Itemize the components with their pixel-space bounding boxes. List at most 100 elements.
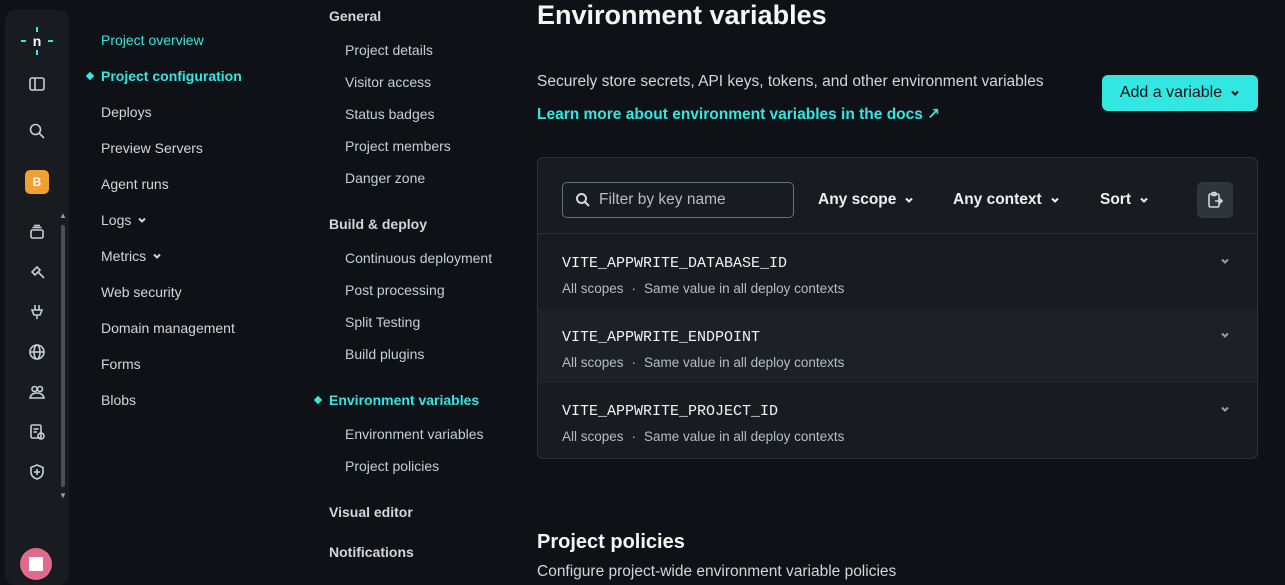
sidebar-item-label: Agent runs	[101, 176, 169, 192]
nav-heading-notifications[interactable]: Notifications	[329, 544, 414, 560]
users-icon[interactable]	[5, 380, 69, 404]
active-marker	[313, 395, 323, 405]
config-nav-item-post-processing[interactable]: Post processing	[345, 282, 445, 298]
sidebar-item-label: Domain management	[101, 320, 235, 336]
sidebar-item-label: Project overview	[101, 32, 204, 48]
variable-row[interactable]: VITE_APPWRITE_DATABASE_ID All scopes · Same…	[538, 235, 1257, 309]
clipboard-icon	[1208, 191, 1224, 208]
variable-scopes: All scopes	[562, 429, 624, 444]
shield-icon[interactable]	[5, 460, 69, 484]
variable-scopes: All scopes	[562, 281, 624, 296]
nav-heading-build-deploy[interactable]: Build & deploy	[329, 216, 427, 232]
sidebar-toggle-icon[interactable]	[5, 72, 69, 96]
config-nav-item-project-details[interactable]: Project details	[345, 42, 433, 58]
variable-key: VITE_APPWRITE_DATABASE_ID	[562, 255, 788, 272]
sidebar-item-metrics[interactable]: Metrics	[101, 248, 162, 264]
add-variable-label: Add a variable	[1119, 84, 1223, 101]
sidebar-item-forms[interactable]: Forms	[101, 356, 141, 372]
expand-row-button[interactable]	[1220, 253, 1230, 271]
expand-row-button[interactable]	[1220, 401, 1230, 419]
filter-search[interactable]	[562, 182, 794, 218]
page-description: Securely store secrets, API keys, tokens…	[537, 73, 1044, 90]
config-nav-item-environment-variables[interactable]: Environment variables	[345, 426, 484, 442]
layers-icon[interactable]	[5, 220, 69, 244]
sidebar-item-label: Web security	[101, 284, 182, 300]
team-badge[interactable]: B	[25, 170, 49, 194]
sidebar-item-label: Deploys	[101, 104, 152, 120]
app-rail: n B ▲ ▼	[5, 10, 69, 585]
nav-heading-general[interactable]: General	[329, 8, 381, 24]
variable-contexts: Same value in all deploy contexts	[644, 429, 845, 444]
export-button[interactable]	[1197, 182, 1233, 218]
variable-key: VITE_APPWRITE_PROJECT_ID	[562, 403, 779, 420]
config-nav-item-danger-zone[interactable]: Danger zone	[345, 170, 425, 186]
sidebar-item-label: Logs	[101, 212, 132, 228]
config-nav-item-project-policies[interactable]: Project policies	[345, 458, 439, 474]
variables-panel: Any scope Any context Sort VITE_APPWRITE…	[537, 157, 1258, 459]
scope-dropdown[interactable]: Any scope	[818, 191, 914, 209]
globe-icon[interactable]	[5, 340, 69, 364]
sidebar-item-project-overview[interactable]: Project overview	[101, 32, 204, 48]
config-nav-item-continuous-deployment[interactable]: Continuous deployment	[345, 250, 492, 266]
chevron-down-icon	[1051, 197, 1059, 203]
add-variable-button[interactable]: Add a variable	[1102, 75, 1258, 111]
filter-bar: Any scope Any context Sort	[538, 158, 1257, 234]
nav-heading-label: Environment variables	[329, 392, 480, 408]
project-policies-description: Configure project-wide environment varia…	[537, 563, 897, 580]
chevron-down-icon	[1221, 406, 1229, 412]
page-title: Environment variables	[537, 0, 827, 30]
chevron-down-icon	[1140, 197, 1148, 203]
chevron-down-icon	[138, 217, 147, 223]
config-nav-item-status-badges[interactable]: Status badges	[345, 106, 435, 122]
plug-icon[interactable]	[5, 300, 69, 324]
section-title-project-policies: Project policies	[537, 531, 685, 553]
variable-contexts: Same value in all deploy contexts	[644, 281, 845, 296]
variable-row[interactable]: VITE_APPWRITE_ENDPOINT All scopes · Same va…	[538, 309, 1257, 383]
svg-text:n: n	[33, 33, 42, 49]
audit-log-icon[interactable]	[5, 420, 69, 444]
filter-key-input[interactable]	[599, 191, 789, 209]
avatar[interactable]	[20, 548, 52, 580]
rail-scrollbar[interactable]: ▲ ▼	[59, 211, 67, 505]
config-nav-item-build-plugins[interactable]: Build plugins	[345, 346, 424, 362]
sidebar-item-web-security[interactable]: Web security	[101, 284, 182, 300]
search-icon	[576, 193, 590, 207]
variable-contexts: Same value in all deploy contexts	[644, 355, 845, 370]
config-nav-item-visitor-access[interactable]: Visitor access	[345, 74, 431, 90]
sidebar-item-project-configuration[interactable]: Project configuration	[85, 68, 242, 84]
sidebar-item-preview-servers[interactable]: Preview Servers	[101, 140, 203, 156]
sidebar-item-logs[interactable]: Logs	[101, 212, 147, 228]
sidebar-item-label: Preview Servers	[101, 140, 203, 156]
separator-dot: ·	[631, 355, 637, 370]
chevron-down-icon	[1231, 90, 1239, 96]
netlify-logo-icon[interactable]: n	[5, 27, 69, 55]
chevron-down-icon	[1221, 258, 1229, 264]
variable-meta: All scopes · Same value in all deploy cont…	[562, 355, 844, 370]
active-marker	[85, 71, 95, 81]
sidebar-item-label: Metrics	[101, 248, 147, 264]
sidebar-item-domain-management[interactable]: Domain management	[101, 320, 235, 336]
sidebar-item-deploys[interactable]: Deploys	[101, 104, 152, 120]
variable-row[interactable]: VITE_APPWRITE_PROJECT_ID All scopes · Same …	[538, 383, 1257, 457]
config-nav-item-split-testing[interactable]: Split Testing	[345, 314, 420, 330]
sort-dropdown-label: Sort	[1100, 191, 1131, 208]
config-nav-item-project-members[interactable]: Project members	[345, 138, 451, 154]
chevron-down-icon	[153, 253, 161, 259]
hammer-icon[interactable]	[5, 260, 69, 284]
context-dropdown-label: Any context	[953, 191, 1042, 208]
expand-row-button[interactable]	[1220, 327, 1230, 345]
sidebar-item-label: Project configuration	[101, 68, 242, 84]
docs-link[interactable]: Learn more about environment variables i…	[537, 105, 940, 124]
scope-dropdown-label: Any scope	[818, 191, 897, 208]
chevron-down-icon	[905, 197, 914, 203]
variable-scopes: All scopes	[562, 355, 624, 370]
sidebar-item-blobs[interactable]: Blobs	[101, 392, 136, 408]
search-icon[interactable]	[5, 119, 69, 143]
variable-meta: All scopes · Same value in all deploy cont…	[562, 281, 844, 296]
context-dropdown[interactable]: Any context	[953, 191, 1060, 209]
sort-dropdown[interactable]: Sort	[1100, 191, 1149, 209]
separator-dot: ·	[631, 281, 637, 296]
sidebar-item-agent-runs[interactable]: Agent runs	[101, 176, 169, 192]
nav-heading-environment-variables[interactable]: Environment variables	[313, 392, 480, 408]
nav-heading-visual-editor[interactable]: Visual editor	[329, 504, 413, 520]
